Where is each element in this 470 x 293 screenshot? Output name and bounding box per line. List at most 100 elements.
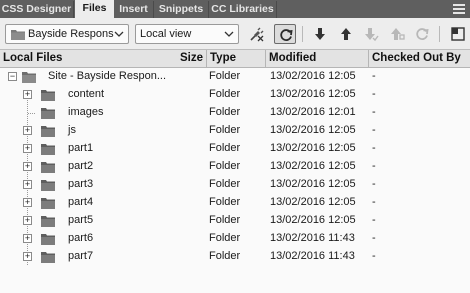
table-row[interactable]: + content Folder 13/02/2016 12:05 -: [0, 86, 470, 104]
column-modified[interactable]: Modified: [266, 50, 369, 67]
expand-panel-button[interactable]: [447, 24, 469, 44]
file-checked-out-by: -: [372, 70, 376, 82]
file-checked-out-by: -: [372, 178, 376, 190]
arrow-up-icon: [341, 28, 351, 40]
expand-toggle[interactable]: +: [23, 162, 32, 171]
site-select[interactable]: Bayside Respons: [5, 24, 129, 44]
file-modified: 13/02/2016 11:43: [270, 250, 355, 262]
file-modified: 13/02/2016 12:05: [270, 142, 356, 154]
chevron-down-icon: [224, 31, 234, 37]
file-name: Site - Bayside Respon...: [48, 70, 167, 82]
expand-toggle[interactable]: +: [23, 144, 32, 153]
expand-toggle[interactable]: +: [23, 234, 32, 243]
site-folder-icon: [11, 30, 25, 40]
view-select-value: Local view: [140, 28, 192, 40]
tab-snippets[interactable]: Snippets: [154, 1, 209, 18]
file-list-header: Local Files Size Type Modified Checked O…: [0, 50, 470, 68]
file-checked-out-by: -: [372, 250, 376, 262]
expand-toggle[interactable]: +: [23, 90, 32, 99]
refresh-icon: [280, 29, 293, 41]
check-in-button[interactable]: [386, 24, 408, 44]
file-modified: 13/02/2016 12:05: [270, 70, 356, 82]
check-out-icon: [365, 28, 379, 42]
files-toolbar: Bayside Respons Local view: [0, 18, 470, 49]
file-name: part6: [68, 232, 94, 244]
site-select-value: Bayside Respons: [28, 28, 114, 40]
column-size[interactable]: Size: [0, 50, 207, 67]
file-checked-out-by: -: [372, 160, 376, 172]
file-type: Folder: [209, 124, 241, 136]
folder-icon: [41, 216, 55, 227]
tab-insert[interactable]: Insert: [114, 1, 154, 18]
folder-icon: [41, 162, 55, 173]
file-modified: 13/02/2016 12:05: [270, 214, 356, 226]
panel-menu-icon[interactable]: [453, 4, 465, 14]
file-name: js: [68, 124, 76, 136]
column-type[interactable]: Type: [207, 50, 266, 67]
file-type: Folder: [209, 106, 241, 118]
folder-icon: [41, 198, 55, 209]
site-folder-icon: [22, 72, 36, 83]
file-modified: 13/02/2016 12:05: [270, 178, 356, 190]
put-files-button[interactable]: [335, 24, 357, 44]
disconnect-button[interactable]: [246, 24, 268, 44]
file-checked-out-by: -: [372, 214, 376, 226]
file-type: Folder: [209, 88, 241, 100]
tab-css-designer[interactable]: CSS Designer: [0, 1, 74, 18]
file-modified: 13/02/2016 12:05: [270, 88, 356, 100]
file-checked-out-by: -: [372, 88, 376, 100]
file-checked-out-by: -: [372, 196, 376, 208]
folder-icon: [41, 144, 55, 155]
file-name: content: [68, 88, 105, 100]
folder-icon: [41, 252, 55, 263]
expand-toggle[interactable]: +: [23, 198, 32, 207]
table-row[interactable]: + part2 Folder 13/02/2016 12:05 -: [0, 158, 470, 176]
file-checked-out-by: -: [372, 124, 376, 136]
tree-connector: [28, 113, 35, 114]
table-row-root[interactable]: − Site - Bayside Respon... Folder 13/02/…: [0, 68, 470, 86]
check-in-icon: [391, 28, 405, 40]
file-modified: 13/02/2016 12:01: [270, 106, 356, 118]
file-type: Folder: [209, 142, 241, 154]
file-type: Folder: [209, 70, 241, 82]
file-name: part1: [68, 142, 94, 154]
file-modified: 13/02/2016 11:43: [270, 232, 355, 244]
get-files-button[interactable]: [309, 24, 331, 44]
file-modified: 13/02/2016 12:05: [270, 124, 356, 136]
plug-disconnect-icon: [250, 27, 264, 42]
expand-toggle[interactable]: +: [23, 126, 32, 135]
table-row[interactable]: + part5 Folder 13/02/2016 12:05 -: [0, 212, 470, 230]
refresh-button[interactable]: [274, 24, 296, 44]
file-checked-out-by: -: [372, 142, 376, 154]
file-modified: 13/02/2016 12:05: [270, 196, 356, 208]
folder-icon: [41, 234, 55, 245]
view-select[interactable]: Local view: [135, 24, 239, 44]
folder-icon: [41, 126, 55, 137]
file-checked-out-by: -: [372, 106, 376, 118]
sync-icon: [416, 28, 429, 40]
table-row[interactable]: + part4 Folder 13/02/2016 12:05 -: [0, 194, 470, 212]
file-type: Folder: [209, 178, 241, 190]
synchronize-button[interactable]: [411, 24, 433, 44]
table-row[interactable]: + part1 Folder 13/02/2016 12:05 -: [0, 140, 470, 158]
table-row[interactable]: + part6 Folder 13/02/2016 11:43 -: [0, 230, 470, 248]
table-row[interactable]: + js Folder 13/02/2016 12:05 -: [0, 122, 470, 140]
table-row[interactable]: images Folder 13/02/2016 12:01 -: [0, 104, 470, 122]
table-row[interactable]: + part7 Folder 13/02/2016 11:43 -: [0, 248, 470, 266]
file-type: Folder: [209, 232, 241, 244]
table-row[interactable]: + part3 Folder 13/02/2016 12:05 -: [0, 176, 470, 194]
expand-toggle[interactable]: +: [23, 180, 32, 189]
column-checked-out-by[interactable]: Checked Out By: [369, 50, 470, 67]
file-modified: 13/02/2016 12:05: [270, 160, 356, 172]
file-name: part4: [68, 196, 94, 208]
file-name: images: [68, 106, 104, 118]
file-type: Folder: [209, 196, 241, 208]
tab-cc-libraries[interactable]: CC Libraries: [209, 1, 277, 18]
expand-toggle[interactable]: +: [23, 252, 32, 261]
expand-toggle[interactable]: +: [23, 216, 32, 225]
file-type: Folder: [209, 160, 241, 172]
collapse-toggle[interactable]: −: [8, 72, 17, 81]
check-out-button[interactable]: [360, 24, 382, 44]
chevron-down-icon: [114, 31, 124, 37]
tab-files[interactable]: Files: [75, 0, 114, 18]
